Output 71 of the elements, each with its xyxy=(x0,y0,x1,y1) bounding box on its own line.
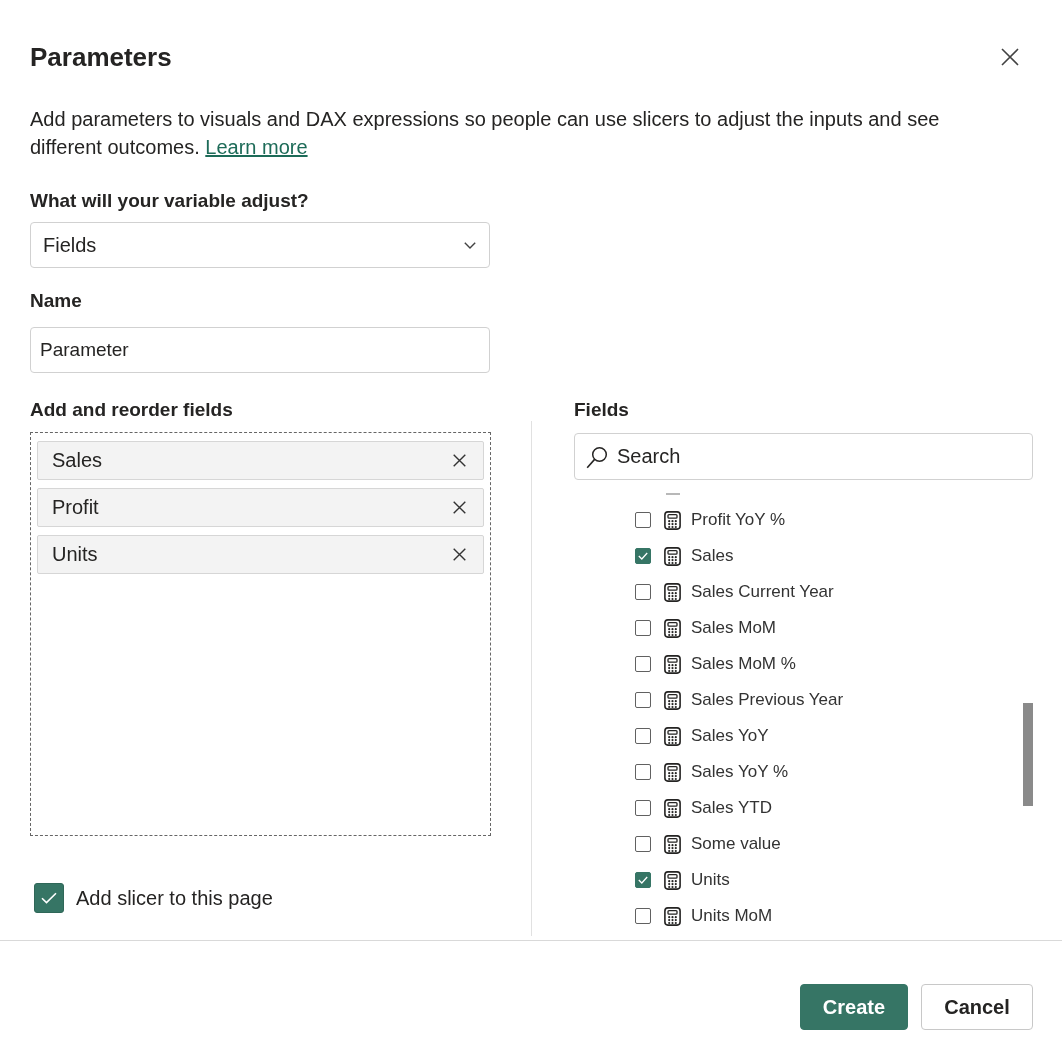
close-icon xyxy=(453,454,466,467)
remove-button[interactable] xyxy=(453,454,466,467)
field-name: Sales YTD xyxy=(691,798,772,818)
field-chip[interactable]: Units xyxy=(37,535,484,574)
calculator-icon xyxy=(664,546,681,566)
calculator-icon xyxy=(664,798,681,818)
calculator-icon xyxy=(664,510,681,530)
field-label: What will your variable adjust? xyxy=(30,189,309,213)
field-name: Units xyxy=(52,543,98,566)
calculator-icon xyxy=(664,870,681,890)
check-icon xyxy=(638,876,648,884)
section-label: Fields xyxy=(574,398,629,422)
checkbox[interactable] xyxy=(635,548,651,564)
field-chip[interactable]: Sales xyxy=(37,441,484,480)
checkbox[interactable] xyxy=(635,584,651,600)
checkbox[interactable] xyxy=(635,836,651,852)
checkbox[interactable] xyxy=(635,728,651,744)
checkbox[interactable] xyxy=(635,764,651,780)
field-label: Name xyxy=(30,289,82,313)
close-icon xyxy=(1001,48,1019,66)
close-icon xyxy=(453,501,466,514)
checkbox[interactable] xyxy=(635,512,651,528)
field-name: Profit xyxy=(52,496,99,519)
search-icon xyxy=(586,446,608,469)
close-icon xyxy=(453,548,466,561)
checkbox[interactable] xyxy=(34,883,64,913)
field-drop-area[interactable]: Sales Profit Units xyxy=(30,432,491,836)
field-name: Sales Current Year xyxy=(691,582,834,602)
field-name: Units MoM xyxy=(691,906,773,926)
check-icon xyxy=(638,552,648,560)
checkbox[interactable] xyxy=(635,908,651,924)
section-label: Add and reorder fields xyxy=(30,398,233,422)
cancel-button[interactable]: Cancel xyxy=(921,984,1033,1030)
search-field[interactable]: Search xyxy=(574,433,1033,480)
description-text: Add parameters to visuals and DAX expressions so people can use slicers to adjust the inputs and see different outcomes. Learn more xyxy=(30,107,941,160)
remove-button[interactable] xyxy=(453,501,466,514)
learn-more-link[interactable]: Learn more xyxy=(205,136,308,158)
field-name: Sales YoY xyxy=(691,726,769,746)
field-name: Sales YoY % xyxy=(691,762,789,782)
remove-button[interactable] xyxy=(453,548,466,561)
close-button[interactable] xyxy=(1001,48,1019,66)
checkbox[interactable] xyxy=(635,656,651,672)
calculator-icon xyxy=(664,654,681,674)
field-name: Units xyxy=(691,870,730,890)
name-input[interactable]: Parameter xyxy=(30,327,490,373)
calculator-icon xyxy=(664,834,681,854)
calculator-icon xyxy=(664,726,681,746)
checkbox[interactable] xyxy=(635,872,651,888)
field-name: Some value xyxy=(691,834,781,854)
calculator-icon xyxy=(664,690,681,710)
field-chip[interactable]: Profit xyxy=(37,488,484,527)
field-name: Sales Previous Year xyxy=(691,690,844,710)
checkbox[interactable] xyxy=(635,692,651,708)
dialog-title: Parameters xyxy=(30,41,172,73)
scrollbar-thumb[interactable] xyxy=(1023,703,1033,806)
chevron-down-icon xyxy=(464,241,476,249)
calculator-icon xyxy=(664,618,681,638)
create-button[interactable]: Create xyxy=(800,984,908,1030)
calculator-icon xyxy=(664,762,681,782)
checkbox-label: Add slicer to this page xyxy=(76,886,273,910)
field-name: Sales MoM xyxy=(691,618,777,638)
checkbox[interactable] xyxy=(635,800,651,816)
field-name: Sales xyxy=(691,546,734,566)
calculator-icon xyxy=(664,906,681,926)
checkbox[interactable] xyxy=(635,620,651,636)
field-name: Sales MoM % xyxy=(691,654,796,674)
check-icon xyxy=(41,892,57,904)
field-name: Sales xyxy=(52,449,103,472)
variable-dropdown[interactable]: Fields xyxy=(30,222,490,268)
field-name: Profit YoY % xyxy=(691,510,786,530)
calculator-icon xyxy=(664,582,681,602)
